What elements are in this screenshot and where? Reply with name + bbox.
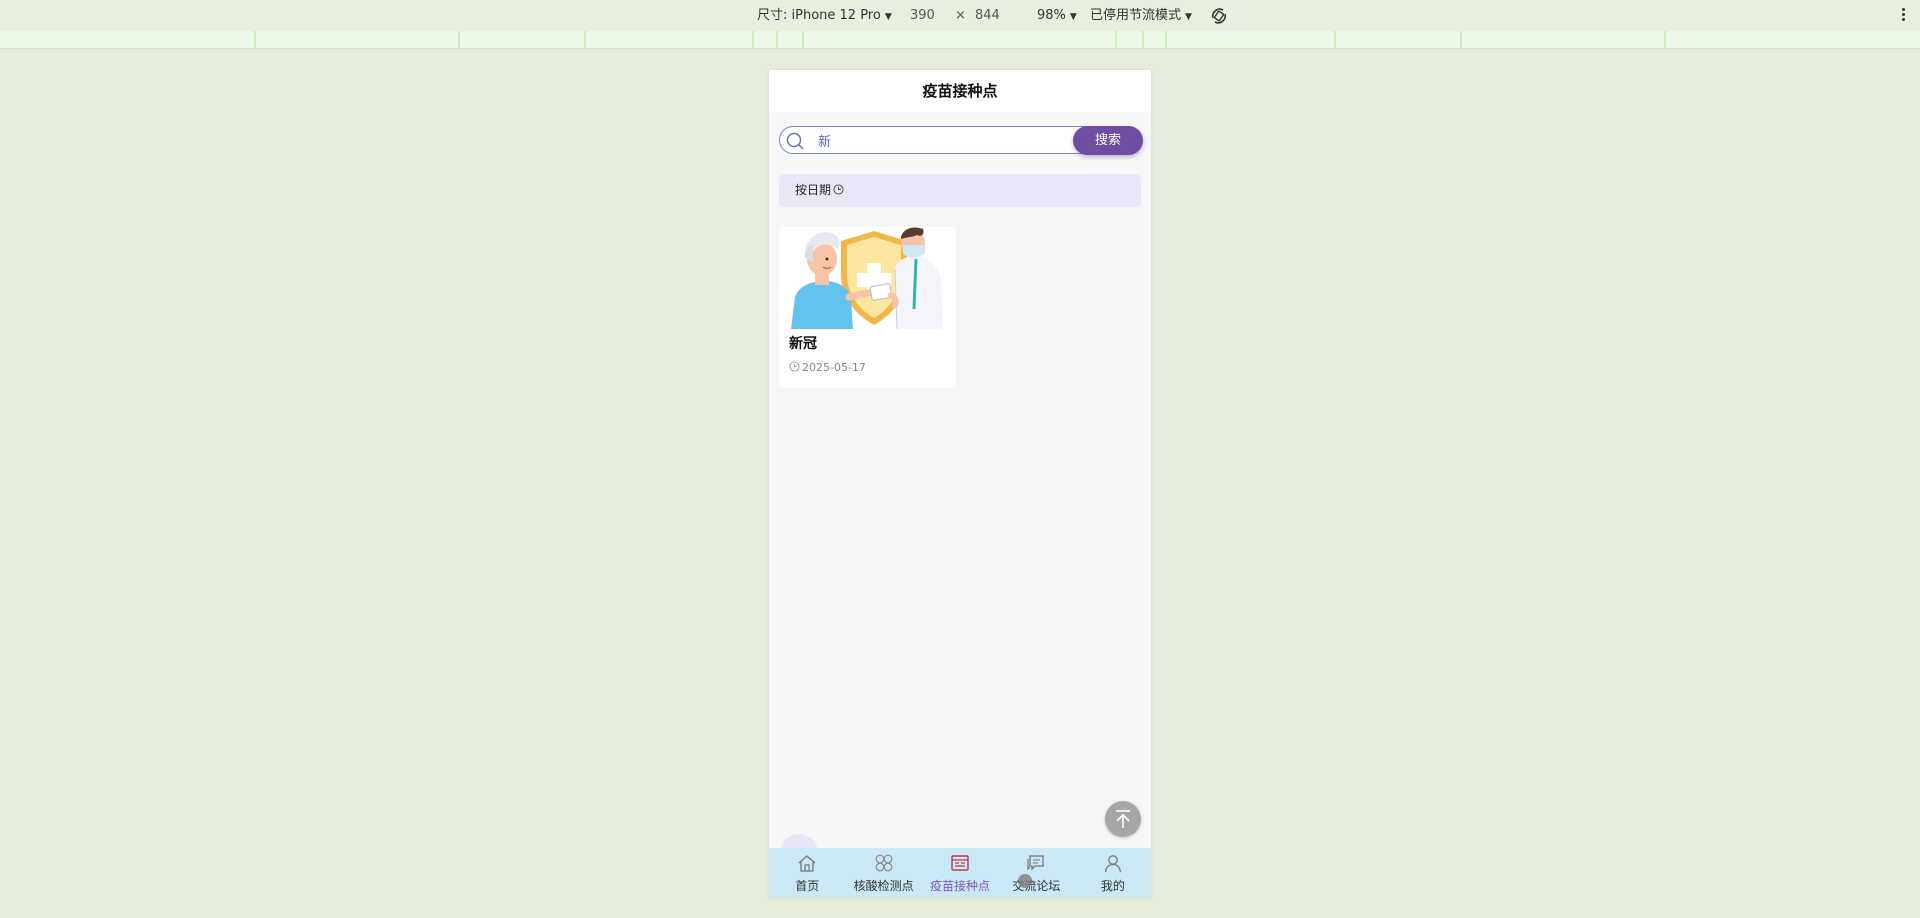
phone-viewport: 疫苗接种点 搜索 按日期 xyxy=(769,70,1151,897)
caret-down-icon: ▼ xyxy=(1185,12,1192,22)
media-query-ruler xyxy=(0,31,1920,49)
vaccine-site-card[interactable]: 新冠 2025-05-17 xyxy=(779,227,956,388)
tab-label: 核酸检测点 xyxy=(853,879,914,893)
grid-icon xyxy=(875,854,893,872)
height-input[interactable]: 844 xyxy=(975,8,1000,24)
clock-icon xyxy=(789,361,800,372)
throttle-label: 已停用节流模式 xyxy=(1090,8,1182,23)
sort-by-date-label: 按日期 xyxy=(795,183,832,197)
bottom-tabbar: 首页 核酸检测点 疫苗接种点 交流论坛 我的 xyxy=(769,848,1151,897)
zoom-select[interactable]: 98% ▼ xyxy=(1037,8,1077,25)
tab-label: 首页 xyxy=(795,879,820,893)
search-bar: 搜索 xyxy=(779,126,1143,155)
search-button[interactable]: 搜索 xyxy=(1073,126,1143,155)
tab-home[interactable]: 首页 xyxy=(769,848,845,897)
date-filter-bar: 按日期 xyxy=(779,174,1141,207)
home-icon xyxy=(798,855,816,872)
sort-by-date-button[interactable]: 按日期 xyxy=(795,182,844,198)
tab-mine[interactable]: 我的 xyxy=(1075,848,1151,897)
calendar-icon xyxy=(951,855,969,871)
zoom-label: 98% xyxy=(1037,8,1066,23)
device-label: 尺寸: iPhone 12 Pro xyxy=(757,8,881,23)
throttle-select[interactable]: 已停用节流模式 ▼ xyxy=(1090,8,1192,25)
tab-label: 疫苗接种点 xyxy=(930,879,991,893)
arrow-up-icon xyxy=(1116,810,1130,828)
page-title: 疫苗接种点 xyxy=(769,70,1151,112)
tab-label: 交流论坛 xyxy=(1012,879,1061,893)
caret-down-icon: ▼ xyxy=(1069,12,1077,22)
tab-forum[interactable]: 交流论坛 xyxy=(998,848,1074,897)
card-title: 新冠 xyxy=(789,336,817,352)
tab-nucleic-test[interactable]: 核酸检测点 xyxy=(845,848,921,897)
times-sign: × xyxy=(955,8,966,23)
vaccination-illustration xyxy=(779,227,956,329)
more-vert-icon[interactable] xyxy=(1902,7,1906,23)
clock-icon xyxy=(833,184,844,195)
devtools-device-toolbar: 尺寸: iPhone 12 Pro ▼ 390 × 844 98% ▼ 已停用节流模… xyxy=(0,0,1920,32)
touch-indicator xyxy=(1018,874,1032,888)
card-date: 2025-05-17 xyxy=(789,361,866,375)
rotate-icon[interactable] xyxy=(1209,6,1229,26)
width-input[interactable]: 390 xyxy=(910,8,935,24)
search-input[interactable] xyxy=(818,131,1048,149)
tab-label: 我的 xyxy=(1100,879,1125,893)
search-icon xyxy=(786,132,804,150)
card-date-text: 2025-05-17 xyxy=(802,361,866,374)
device-select[interactable]: 尺寸: iPhone 12 Pro ▼ xyxy=(757,8,892,25)
back-to-top-button[interactable] xyxy=(1105,801,1141,837)
tab-vaccine[interactable]: 疫苗接种点 xyxy=(922,848,998,897)
caret-down-icon: ▼ xyxy=(884,12,892,22)
chat-icon xyxy=(1027,855,1045,871)
user-icon xyxy=(1104,855,1121,873)
